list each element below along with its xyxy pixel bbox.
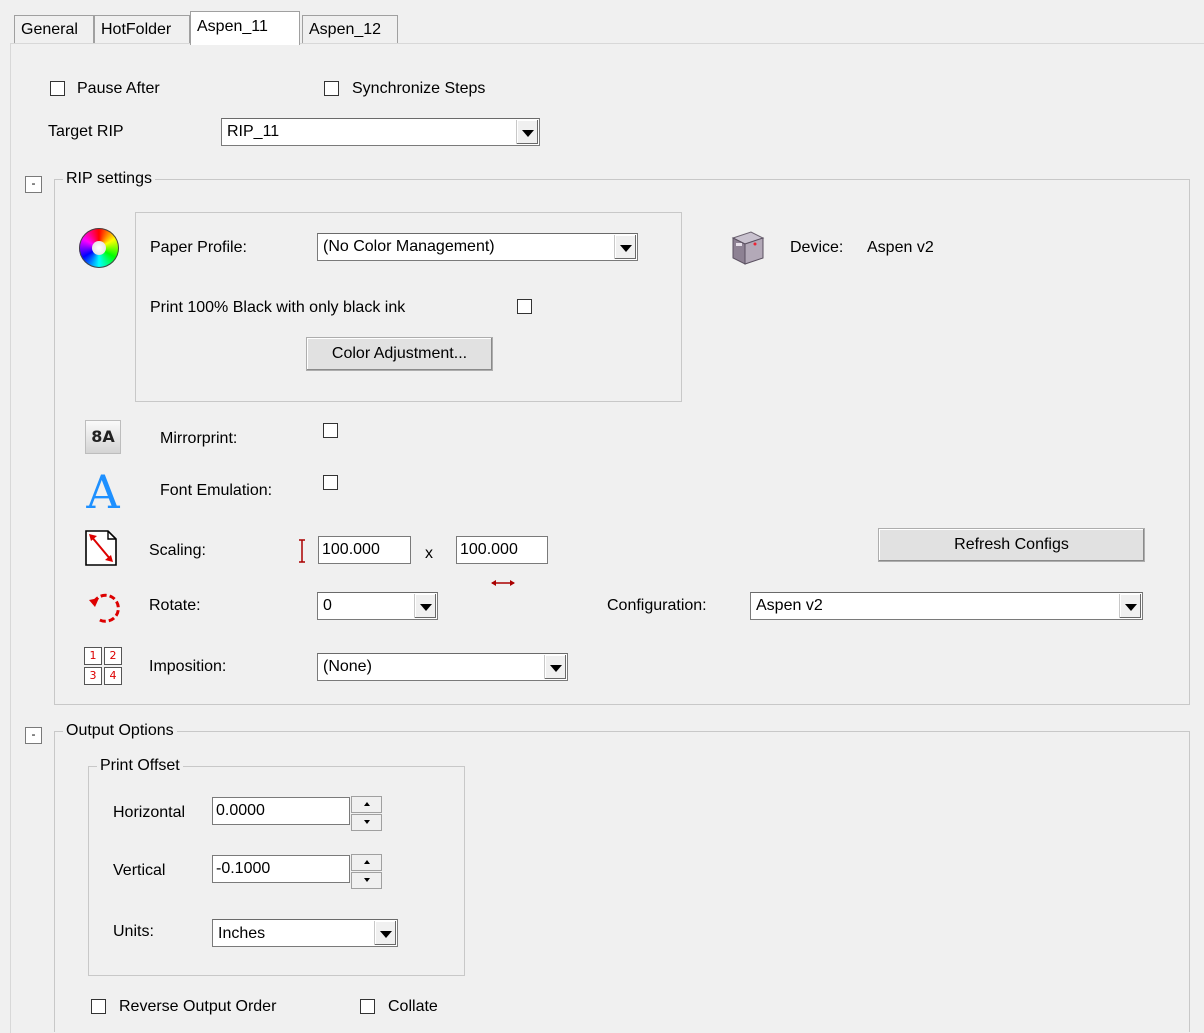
scale-x-label: x	[425, 545, 433, 562]
font-icon: A	[86, 465, 120, 519]
vertical-offset-spinner[interactable]	[351, 854, 382, 890]
printer-icon	[729, 228, 767, 268]
scaling-icon	[84, 529, 118, 567]
scale-vertical-input[interactable]: 100.000	[318, 536, 411, 564]
color-wheel-icon	[79, 228, 119, 268]
device-label: Device:	[790, 239, 844, 256]
color-adjustment-button[interactable]: Color Adjustment...	[306, 337, 493, 371]
units-label: Units:	[113, 923, 154, 940]
pause-after-checkbox[interactable]	[50, 81, 65, 96]
tab-aspen-11[interactable]: Aspen_11	[190, 11, 300, 45]
configuration-value: Aspen v2	[756, 597, 823, 614]
tab-general[interactable]: General	[14, 15, 94, 43]
refresh-configs-button[interactable]: Refresh Configs	[878, 528, 1145, 562]
units-select[interactable]: Inches	[212, 919, 398, 947]
imposition-icon: 1 2 3 4	[84, 647, 124, 687]
font-emulation-label: Font Emulation:	[160, 482, 273, 499]
reverse-output-label: Reverse Output Order	[119, 998, 277, 1015]
chevron-down-icon[interactable]	[1119, 594, 1141, 618]
print-black-checkbox[interactable]	[517, 299, 532, 314]
imposition-page-2: 2	[104, 647, 122, 665]
spin-down-icon[interactable]	[351, 814, 382, 831]
chevron-down-icon[interactable]	[544, 655, 566, 679]
imposition-select[interactable]: (None)	[317, 653, 568, 681]
spin-up-icon[interactable]	[351, 796, 382, 813]
imposition-value: (None)	[323, 658, 372, 675]
target-rip-select[interactable]: RIP_11	[221, 118, 540, 146]
configuration-label: Configuration:	[607, 597, 707, 614]
horizontal-label: Horizontal	[113, 804, 186, 821]
horizontal-offset-value: 0.0000	[216, 802, 265, 819]
imposition-page-3: 3	[84, 667, 102, 685]
reverse-output-checkbox[interactable]	[91, 999, 106, 1014]
target-rip-value: RIP_11	[227, 123, 280, 140]
mirrorprint-checkbox[interactable]	[323, 423, 338, 438]
rotate-icon	[86, 588, 126, 628]
imposition-page-4: 4	[104, 667, 122, 685]
tab-hotfolder[interactable]: HotFolder	[94, 15, 190, 43]
configuration-select[interactable]: Aspen v2	[750, 592, 1143, 620]
scale-horizontal-value: 100.000	[460, 541, 518, 558]
vertical-label: Vertical	[113, 862, 166, 879]
tab-aspen-12[interactable]: Aspen_12	[302, 15, 398, 43]
collate-checkbox[interactable]	[360, 999, 375, 1014]
paper-profile-select[interactable]: (No Color Management)	[317, 233, 638, 261]
paper-profile-label: Paper Profile:	[150, 239, 247, 256]
vertical-arrow-icon	[298, 537, 306, 565]
synchronize-steps-checkbox[interactable]	[324, 81, 339, 96]
output-options-legend: Output Options	[63, 721, 177, 741]
pause-after-label: Pause After	[77, 80, 160, 97]
horizontal-offset-spinner[interactable]	[351, 796, 382, 832]
scale-vertical-value: 100.000	[322, 541, 380, 558]
imposition-label: Imposition:	[149, 658, 227, 675]
chevron-down-icon[interactable]	[374, 921, 396, 945]
scaling-label: Scaling:	[149, 542, 206, 559]
horizontal-arrow-icon	[490, 574, 516, 586]
mirror-icon: 8A	[85, 420, 121, 454]
rotate-select[interactable]: 0	[317, 592, 438, 620]
scale-horizontal-input[interactable]: 100.000	[456, 536, 548, 564]
imposition-page-1: 1	[84, 647, 102, 665]
font-emulation-checkbox[interactable]	[323, 475, 338, 490]
horizontal-offset-input[interactable]: 0.0000	[212, 797, 350, 825]
paper-profile-value: (No Color Management)	[323, 238, 495, 255]
chevron-down-icon[interactable]	[414, 594, 436, 618]
collate-label: Collate	[388, 998, 438, 1015]
vertical-offset-value: -0.1000	[216, 860, 271, 877]
units-value: Inches	[218, 925, 266, 942]
rotate-value: 0	[323, 597, 332, 614]
chevron-down-icon[interactable]	[516, 120, 538, 144]
rip-settings-collapse-button[interactable]: -	[25, 176, 42, 193]
rotate-label: Rotate:	[149, 597, 201, 614]
mirrorprint-label: Mirrorprint:	[160, 430, 238, 447]
spin-down-icon[interactable]	[351, 872, 382, 889]
rip-settings-legend: RIP settings	[63, 169, 155, 189]
target-rip-label: Target RIP	[48, 123, 124, 140]
device-value: Aspen v2	[867, 239, 934, 256]
synchronize-steps-label: Synchronize Steps	[352, 80, 486, 97]
chevron-down-icon[interactable]	[614, 235, 636, 259]
vertical-offset-input[interactable]: -0.1000	[212, 855, 350, 883]
output-options-collapse-button[interactable]: -	[25, 727, 42, 744]
print-black-label: Print 100% Black with only black ink	[150, 299, 406, 316]
print-offset-legend: Print Offset	[97, 756, 183, 776]
spin-up-icon[interactable]	[351, 854, 382, 871]
